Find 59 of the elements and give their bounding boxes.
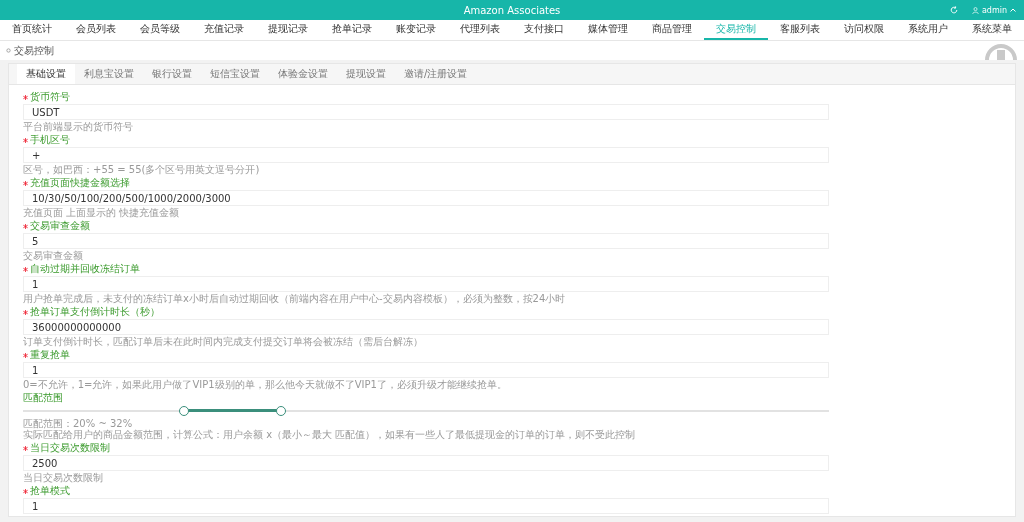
circle-icon: [6, 48, 11, 53]
field-help: 订单支付倒计时长，匹配订单后未在此时间内完成支付提交订单将会被冻结（需后台解冻）: [23, 336, 424, 347]
field-label: 自动过期并回收冻结订单: [30, 263, 140, 275]
app-title: Amazon Associates: [463, 4, 561, 16]
nav-tab[interactable]: 客服列表: [768, 20, 832, 40]
settings-tab[interactable]: 基础设置: [17, 64, 75, 84]
field-label: 匹配范围: [23, 392, 63, 404]
field-label: 手机区号: [30, 134, 70, 146]
field-label: 重复抢单: [30, 349, 70, 361]
field-help: 区号，如巴西：+55 = 55(多个区号用英文逗号分开): [23, 164, 261, 175]
nav-tab[interactable]: 支付接口: [512, 20, 576, 40]
nav-tab[interactable]: 提现记录: [256, 20, 320, 40]
field-help: 用户抢单完成后，未支付的冻结订单x小时后自动过期回收（前端内容在用户中心-交易内容模板），必须为整数，按24小时: [23, 293, 567, 304]
breadcrumb[interactable]: 交易控制: [6, 43, 54, 58]
range-reading: 匹配范围：20% ~ 32%: [23, 418, 134, 429]
field-label: 当日交易次数限制: [30, 442, 110, 454]
nav-tab[interactable]: 系统菜单: [960, 20, 1024, 40]
nav-tab[interactable]: 代理列表: [448, 20, 512, 40]
slider-handle[interactable]: [275, 406, 286, 416]
caret-icon: [1010, 8, 1016, 12]
input-field[interactable]: 1: [23, 276, 829, 292]
nav-tab[interactable]: 系统用户: [896, 20, 960, 40]
nav-tab[interactable]: 账变记录: [384, 20, 448, 40]
input-field[interactable]: USDT: [23, 104, 829, 120]
nav-tab[interactable]: 充值记录: [192, 20, 256, 40]
slider-handle[interactable]: [179, 406, 190, 416]
input-field[interactable]: 5: [23, 233, 829, 249]
settings-tab[interactable]: 邀请/注册设置: [395, 64, 477, 84]
field-label: 货币符号: [30, 91, 70, 103]
nav-tab[interactable]: 抢单记录: [320, 20, 384, 40]
field-help: 0=不允许，1=允许，如果此用户做了VIP1级别的单，那么他今天就做不了VIP1了，必须升级才能继续抢单。: [23, 379, 508, 390]
settings-tab[interactable]: 短信宝设置: [201, 64, 269, 84]
field-label: 充值页面快捷金额选择: [30, 177, 130, 189]
input-field[interactable]: 1: [23, 362, 829, 378]
range-slider[interactable]: [23, 405, 829, 417]
refresh-icon[interactable]: [949, 6, 958, 14]
field-help: 充值页面 上面显示的 快捷充值金额: [23, 207, 181, 218]
settings-tab[interactable]: 提现设置: [337, 64, 395, 84]
input-field[interactable]: 1: [23, 498, 829, 514]
field-label: 交易审查金额: [30, 220, 90, 232]
settings-tab[interactable]: 体验金设置: [269, 64, 337, 84]
settings-tab[interactable]: 银行设置: [143, 64, 201, 84]
input-field[interactable]: +: [23, 147, 829, 163]
nav-tab[interactable]: 首页统计: [0, 20, 64, 40]
user-icon: [971, 6, 979, 14]
field-help: 当日交易次数限制: [23, 472, 104, 483]
nav-tab[interactable]: 访问权限: [832, 20, 896, 40]
input-field[interactable]: 36000000000000: [23, 319, 829, 335]
settings-tab[interactable]: 利息宝设置: [75, 64, 143, 84]
field-label: 抢单订单支付倒计时长（秒）: [30, 306, 160, 318]
nav-tab[interactable]: 会员等级: [128, 20, 192, 40]
nav-tab[interactable]: 商品管理: [640, 20, 704, 40]
field-label: 抢单模式: [30, 485, 70, 497]
field-help: 交易审查金额: [23, 250, 84, 261]
input-field[interactable]: 2500: [23, 455, 829, 471]
nav-tab[interactable]: 会员列表: [64, 20, 128, 40]
input-field[interactable]: 10/30/50/100/200/500/1000/2000/3000: [23, 190, 829, 206]
nav-tab[interactable]: 媒体管理: [576, 20, 640, 40]
field-help: 平台前端显示的货币符号: [23, 121, 134, 132]
